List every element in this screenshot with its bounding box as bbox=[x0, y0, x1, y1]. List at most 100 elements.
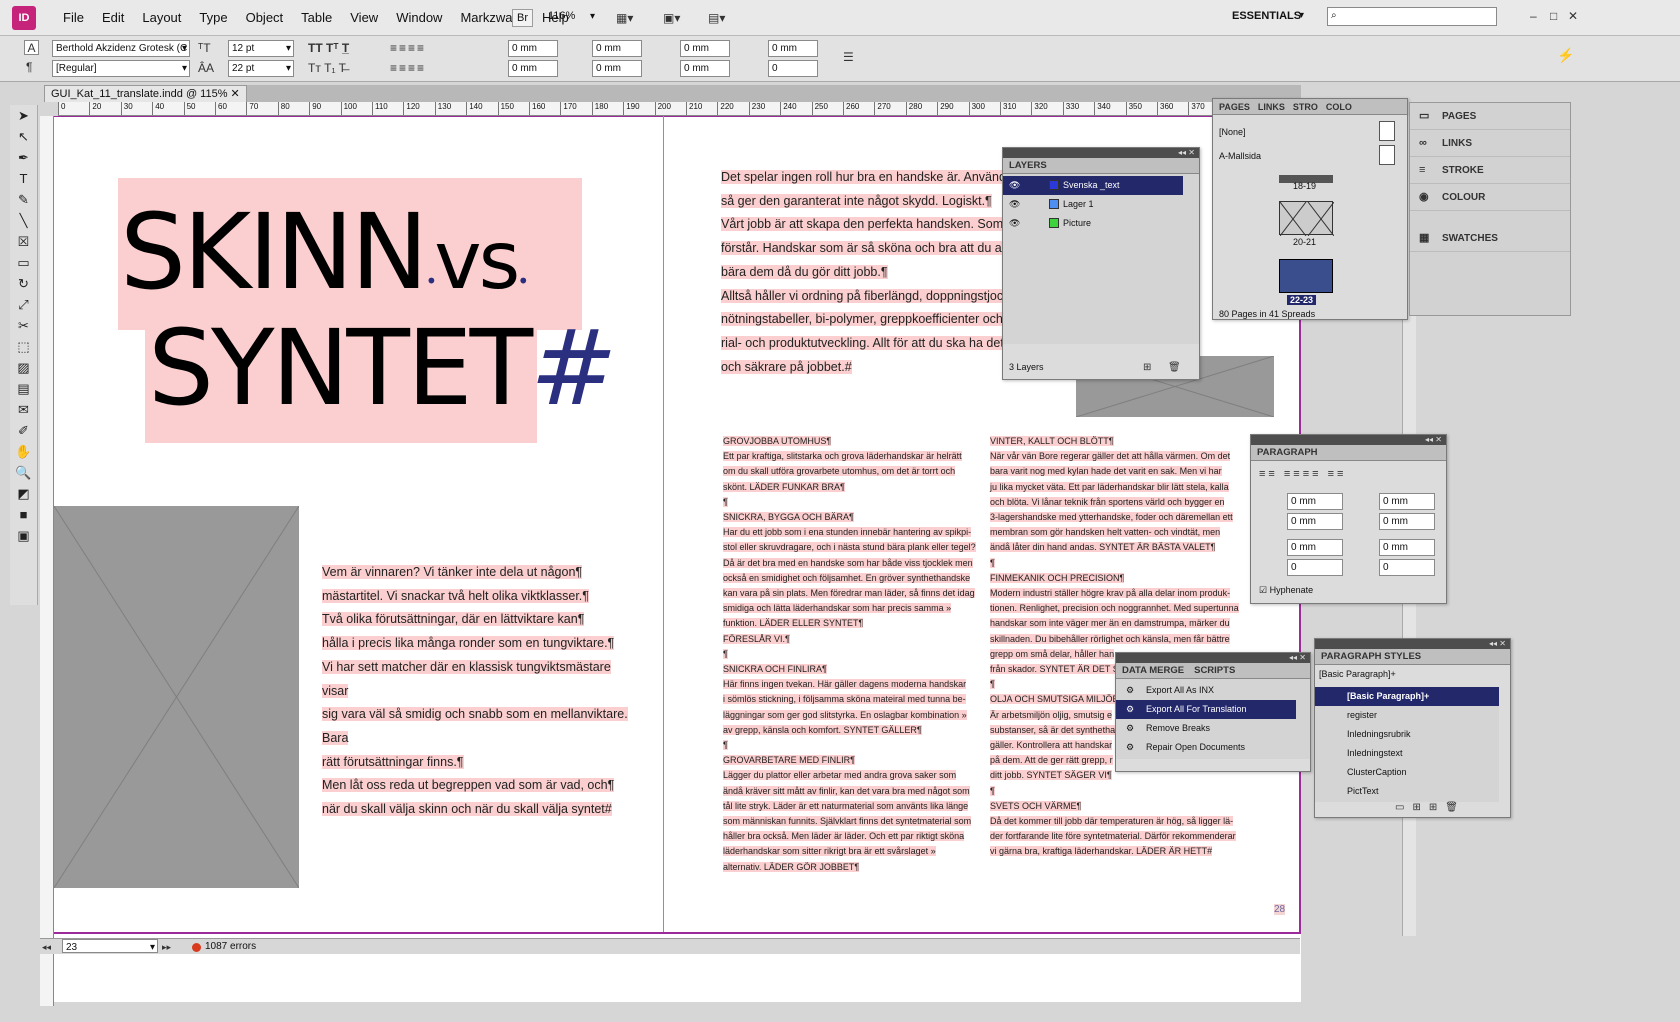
last-line-indent-field[interactable]: 0 mm bbox=[592, 60, 642, 77]
eye-icon[interactable]: 👁 bbox=[1009, 195, 1020, 214]
workspace-chevron-icon[interactable]: ▾ bbox=[1299, 10, 1304, 21]
dock-swatches[interactable]: ▦ SWATCHES bbox=[1410, 225, 1570, 252]
menu-view[interactable]: View bbox=[341, 0, 387, 36]
dock-colour[interactable]: ◉ COLOUR bbox=[1410, 184, 1570, 211]
rectangle-frame-icon[interactable]: ☒ bbox=[10, 231, 37, 252]
scripts-tab-1[interactable]: SCRIPTS bbox=[1194, 663, 1235, 678]
master-a-thumb[interactable] bbox=[1379, 145, 1395, 165]
zoom-tool-icon[interactable]: 🔍 bbox=[10, 462, 37, 483]
pencil-tool-icon[interactable]: ✎ bbox=[10, 189, 37, 210]
paragraph-style-item[interactable]: Inledningsrubrik bbox=[1315, 725, 1499, 744]
direct-selection-icon[interactable]: ↖ bbox=[10, 126, 37, 147]
delete-layer-icon[interactable]: 🗑 bbox=[1168, 361, 1181, 375]
bridge-button[interactable]: Br bbox=[512, 9, 533, 27]
menu-edit[interactable]: Edit bbox=[93, 0, 133, 36]
dock-links[interactable]: ∞ LINKS bbox=[1410, 130, 1570, 157]
line-tool-icon[interactable]: ╲ bbox=[10, 210, 37, 231]
character-mode-icon[interactable]: A bbox=[24, 40, 39, 55]
menu-window[interactable]: Window bbox=[387, 0, 451, 36]
arrange-docs-icon[interactable]: ▤▾ bbox=[708, 11, 725, 25]
quick-apply-icon[interactable]: ⚡ bbox=[1557, 48, 1574, 62]
script-item[interactable]: ⚙ Export All For Translation bbox=[1116, 700, 1296, 719]
minimize-icon[interactable]: – bbox=[1530, 9, 1537, 23]
gradient-feather-icon[interactable]: ▤ bbox=[10, 378, 37, 399]
preflight-errors[interactable]: 1087 errors bbox=[205, 939, 256, 955]
free-transform-icon[interactable]: ⬚ bbox=[10, 336, 37, 357]
page-select[interactable]: 23 bbox=[62, 939, 158, 953]
intro-text-frame[interactable]: Vem är vinnaren? Vi tänker inte dela ut … bbox=[322, 561, 638, 822]
pages-tab-1[interactable]: LINKS bbox=[1258, 99, 1285, 114]
drop-cap-chars-field[interactable]: 0 bbox=[768, 60, 818, 77]
pen-tool-icon[interactable]: ✒ bbox=[10, 147, 37, 168]
maximize-icon[interactable]: □ bbox=[1550, 9, 1557, 23]
scissors-icon[interactable]: ✂ bbox=[10, 315, 37, 336]
paragraph-tab[interactable]: PARAGRAPH bbox=[1251, 445, 1446, 461]
layer-row[interactable]: 👁 Svenska _text bbox=[1003, 176, 1183, 195]
paragraph-style-item[interactable]: [Basic Paragraph]+ bbox=[1315, 687, 1499, 706]
p-space-before[interactable]: 0 mm bbox=[1287, 539, 1343, 556]
eye-icon[interactable]: 👁 bbox=[1009, 176, 1020, 195]
spread-20-21-thumb[interactable] bbox=[1279, 201, 1335, 237]
style-footer-icons[interactable]: ▭⊞⊞🗑 bbox=[1395, 801, 1466, 815]
column-1-text[interactable]: GROVJOBBA UTOMHUS¶ Ett par kraftiga, slit… bbox=[723, 434, 981, 875]
p-right-indent[interactable]: 0 mm bbox=[1379, 493, 1435, 510]
p-last-indent[interactable]: 0 mm bbox=[1379, 513, 1435, 530]
spread-22-23-thumb[interactable] bbox=[1279, 259, 1333, 293]
font-family-select[interactable]: Berthold Akzidenz Grotesk (C bbox=[52, 40, 190, 57]
rotate-tool-icon[interactable]: ↻ bbox=[10, 273, 37, 294]
hyphenate-checkbox[interactable]: ☑ Hyphenate bbox=[1259, 585, 1313, 596]
body-text-frame[interactable]: Det spelar ingen roll hur bra en handske… bbox=[721, 166, 1021, 379]
all-caps-icon[interactable]: TT Tᵀ T̲ bbox=[308, 41, 349, 55]
picture-frame-left[interactable] bbox=[54, 506, 299, 888]
note-tool-icon[interactable]: ✉ bbox=[10, 399, 37, 420]
workspace-switcher[interactable]: ESSENTIALS bbox=[1232, 10, 1301, 22]
first-line-indent-field[interactable]: 0 mm bbox=[508, 60, 558, 77]
zoom-select[interactable]: 116% bbox=[545, 9, 597, 26]
paragraph-style-item[interactable]: ClusterCaption bbox=[1315, 763, 1499, 782]
pages-tab-2[interactable]: STRO bbox=[1293, 99, 1318, 114]
right-indent-field[interactable]: 0 mm bbox=[592, 40, 642, 57]
close-tab-icon[interactable]: ✕ bbox=[231, 88, 240, 100]
left-indent-field[interactable]: 0 mm bbox=[508, 40, 558, 57]
align-left-icon[interactable]: ≡≡≡≡ bbox=[390, 41, 426, 55]
view-options-icon[interactable]: ▦▾ bbox=[616, 11, 633, 25]
bullets-icon[interactable]: ☰ bbox=[843, 50, 854, 64]
apply-color-icon[interactable]: ■ bbox=[10, 504, 37, 525]
menu-layout[interactable]: Layout bbox=[133, 0, 190, 36]
leading-field[interactable]: 22 pt bbox=[228, 60, 294, 77]
small-caps-icon[interactable]: Tт T₁ T̶ bbox=[308, 61, 346, 75]
layers-tab[interactable]: LAYERS bbox=[1003, 158, 1199, 174]
first-page-icon[interactable]: ◂◂ bbox=[42, 940, 51, 954]
paragraph-style-item[interactable]: register bbox=[1315, 706, 1499, 725]
spread-22-23[interactable]: 22-23 bbox=[1287, 295, 1317, 305]
master-none[interactable]: [None] bbox=[1219, 127, 1246, 137]
menu-file[interactable]: File bbox=[54, 0, 93, 36]
rectangle-tool-icon[interactable]: ▭ bbox=[10, 252, 37, 273]
layer-row[interactable]: 👁 Picture bbox=[1003, 214, 1183, 233]
pages-tab-3[interactable]: COLO bbox=[1326, 99, 1352, 114]
gradient-icon[interactable]: ▨ bbox=[10, 357, 37, 378]
eye-icon[interactable]: 👁 bbox=[1009, 214, 1020, 233]
layer-row[interactable]: 👁 Lager 1 bbox=[1003, 195, 1183, 214]
menu-object[interactable]: Object bbox=[237, 0, 293, 36]
selection-tool-icon[interactable]: ➤ bbox=[10, 105, 37, 126]
paragraph-styles-tab[interactable]: PARAGRAPH STYLES bbox=[1315, 649, 1510, 665]
p-space-after[interactable]: 0 mm bbox=[1379, 539, 1435, 556]
space-before-field[interactable]: 0 mm bbox=[680, 40, 730, 57]
script-item[interactable]: ⚙ Remove Breaks bbox=[1116, 719, 1296, 738]
paragraph-style-item[interactable]: PictText bbox=[1315, 782, 1499, 801]
spread-20-21[interactable]: 20-21 bbox=[1293, 237, 1316, 247]
master-a[interactable]: A-Mallsida bbox=[1219, 151, 1261, 161]
paragraph-align-icons[interactable]: ≡≡ ≡≡≡≡ ≡≡ bbox=[1259, 467, 1346, 481]
p-drop-lines[interactable]: 0 bbox=[1287, 559, 1343, 576]
screen-mode-icon[interactable]: ▣▾ bbox=[663, 11, 680, 25]
script-item[interactable]: ⚙ Export All As INX bbox=[1116, 681, 1296, 700]
screen-mode-tool-icon[interactable]: ▣ bbox=[10, 525, 37, 546]
justify-icon[interactable]: ≡≡≡≡ bbox=[390, 61, 426, 75]
script-item[interactable]: ⚙ Repair Open Documents bbox=[1116, 738, 1296, 757]
space-after-field[interactable]: 0 mm bbox=[680, 60, 730, 77]
p-first-indent[interactable]: 0 mm bbox=[1287, 513, 1343, 530]
font-style-select[interactable]: [Regular] bbox=[52, 60, 190, 77]
fill-stroke-icon[interactable]: ◩ bbox=[10, 483, 37, 504]
menu-type[interactable]: Type bbox=[190, 0, 236, 36]
